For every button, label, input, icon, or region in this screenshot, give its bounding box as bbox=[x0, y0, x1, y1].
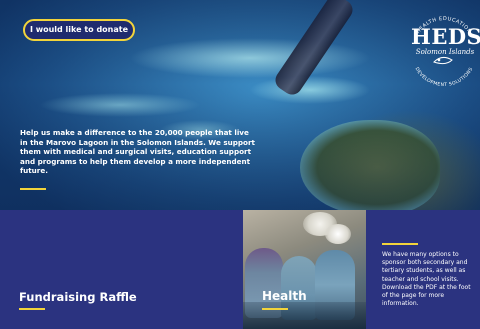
logo-ring-bottom: DEVELOPMENT SOLUTIONS bbox=[414, 66, 474, 86]
donate-button[interactable]: I would like to donate bbox=[23, 19, 135, 41]
health-panel[interactable] bbox=[243, 210, 366, 329]
hero-description: Help us make a difference to the 20,000 … bbox=[20, 128, 255, 176]
education-info-text: We have many options to sponsor both sec… bbox=[382, 251, 471, 308]
surgical-light-image bbox=[325, 224, 351, 244]
fundraising-raffle-title[interactable]: Fundraising Raffle bbox=[19, 290, 137, 304]
logo-wordmark: HEDS bbox=[411, 24, 480, 49]
health-accent-line bbox=[262, 308, 288, 310]
svg-text:DEVELOPMENT SOLUTIONS: DEVELOPMENT SOLUTIONS bbox=[414, 66, 475, 86]
info-accent-line bbox=[382, 243, 418, 245]
heds-logo[interactable]: HEALTH EDUCATION DEVELOPMENT SOLUTIONS H… bbox=[404, 10, 480, 86]
logo-location: Solomon Islands bbox=[415, 48, 475, 56]
raffle-accent-line bbox=[19, 308, 45, 310]
operating-table bbox=[243, 302, 366, 329]
health-title[interactable]: Health bbox=[262, 289, 307, 303]
fundraising-raffle-panel[interactable] bbox=[0, 210, 243, 329]
hero-accent-line bbox=[20, 188, 46, 190]
